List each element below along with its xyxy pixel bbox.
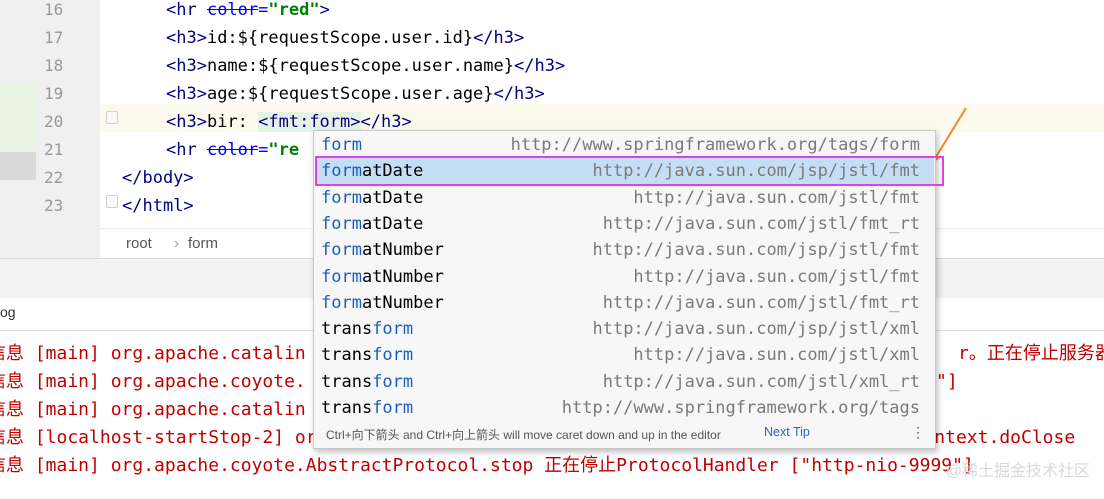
completion-item-name: transform — [321, 319, 414, 340]
code-token: age:${requestScope.user.age} — [206, 84, 494, 104]
code-token: <h3> — [166, 56, 207, 76]
code-line[interactable]: <hr color="re — [166, 136, 299, 164]
completion-item-uri: http://java.sun.com/jstl/xml — [633, 345, 920, 366]
breadcrumb-separator: › — [174, 235, 179, 252]
line-number: 20 — [44, 112, 64, 131]
completion-item[interactable]: formatNumber http://java.sun.com/jstl/fmt — [315, 264, 934, 290]
code-token: > — [319, 0, 330, 20]
next-tip-link[interactable]: Next Tip — [764, 425, 810, 439]
completion-item-name: transform — [321, 345, 414, 366]
fold-marker-icon[interactable] — [106, 111, 118, 124]
code-line[interactable]: <h3>id:${requestScope.user.id}</h3> — [166, 24, 524, 52]
code-token: "re — [268, 140, 300, 160]
code-token: </h3> — [514, 56, 566, 76]
console-line: 信息 [main] org.apache.catalin — [0, 343, 306, 364]
completion-item-name: formatNumber — [321, 266, 444, 287]
line-number: 23 — [44, 196, 64, 215]
code-token: <h3> — [166, 28, 207, 48]
completion-item[interactable]: transform http://java.sun.com/jstl/xml_rt — [315, 369, 934, 395]
code-token: <h3> — [166, 112, 207, 132]
code-token: color — [206, 140, 259, 160]
popup-footer: Ctrl+向下箭头 and Ctrl+向上箭头 will move caret … — [314, 418, 935, 448]
code-token: </h3> — [360, 112, 412, 132]
code-token: = — [258, 140, 269, 160]
console-line: 信息 [main] org.apache.coyote.AbstractProt… — [0, 455, 974, 476]
fold-marker-icon[interactable] — [106, 195, 118, 208]
completion-item[interactable]: formatDate http://java.sun.com/jstl/fmt — [315, 185, 934, 211]
code-token: <hr — [166, 0, 207, 20]
completion-item-uri: http://java.sun.com/jstl/fmt — [633, 187, 920, 208]
completion-item-name: transform — [321, 371, 414, 392]
code-token: </body> — [122, 168, 194, 188]
code-line[interactable]: <h3>age:${requestScope.user.age}</h3> — [166, 80, 545, 108]
completion-item-name: formatDate — [321, 187, 424, 208]
annotation-highlight-box — [315, 156, 944, 186]
code-line[interactable]: </body> — [122, 164, 194, 192]
completion-item[interactable]: form http://www.springframework.org/tags/… — [315, 132, 934, 158]
code-token: id:${requestScope.user.id} — [206, 28, 474, 48]
line-number: 19 — [44, 84, 64, 103]
completion-item[interactable]: formatNumber http://java.sun.com/jstl/fmt… — [315, 290, 934, 316]
code-token: = — [258, 0, 269, 20]
code-line[interactable]: <h3>name:${requestScope.user.name}</h3> — [166, 52, 565, 80]
tool-window-title[interactable]: og — [0, 304, 16, 320]
vcs-change-marker — [0, 152, 36, 180]
completion-item[interactable]: transform http://java.sun.com/jsp/jstl/xm… — [315, 316, 934, 342]
line-number: 16 — [44, 0, 64, 19]
completion-item-uri: http://java.sun.com/jstl/fmt — [633, 266, 920, 287]
footer-hint: Ctrl+向下箭头 and Ctrl+向上箭头 will move caret … — [326, 428, 721, 442]
console-line-fragment: "] — [936, 371, 958, 392]
code-line[interactable]: <hr color="red"> — [166, 0, 330, 24]
completion-item-name: formatDate — [321, 213, 424, 234]
watermark: @稀土掘金技术社区 — [945, 463, 1090, 480]
completion-item[interactable]: formatDate http://java.sun.com/jstl/fmt_r… — [315, 211, 934, 237]
console-line-fragment: r。正在停止服务器 — [958, 343, 1104, 364]
code-line[interactable]: </html> — [122, 192, 194, 220]
code-token: "red" — [268, 0, 320, 20]
completion-item-name: formatNumber — [321, 240, 444, 261]
completion-item-uri: http://java.sun.com/jsp/jstl/fmt — [592, 240, 920, 261]
code-token: bir: — [206, 112, 259, 132]
line-number: 18 — [44, 56, 64, 75]
breadcrumb-item-root[interactable]: root — [126, 235, 152, 252]
code-token: </h3> — [473, 28, 525, 48]
line-number: 17 — [44, 28, 64, 47]
code-token: <fmt:form> — [258, 112, 361, 132]
vertical-ellipsis-icon[interactable]: ⋮ — [911, 424, 925, 441]
line-number: 22 — [44, 168, 64, 187]
code-token: <h3> — [166, 84, 207, 104]
breadcrumb-item-form[interactable]: form — [188, 235, 218, 252]
completion-item-name: form — [321, 135, 362, 155]
completion-item-uri: http://java.sun.com/jstl/xml_rt — [602, 371, 920, 392]
completion-item[interactable]: transform http://java.sun.com/jstl/xml — [315, 342, 934, 368]
completion-item-uri: http://java.sun.com/jstl/fmt_rt — [602, 213, 920, 234]
completion-item[interactable]: formatNumber http://java.sun.com/jsp/jstl… — [315, 237, 934, 263]
code-token: </html> — [122, 196, 194, 216]
completion-item-uri: http://java.sun.com/jsp/jstl/xml — [592, 319, 920, 340]
completion-item-uri: http://www.springframework.org/tags/form — [510, 135, 920, 155]
line-number: 21 — [44, 140, 64, 159]
code-token: name:${requestScope.user.name} — [206, 56, 514, 76]
code-token: <hr — [166, 140, 207, 160]
console-line: 信息 [main] org.apache.catalin — [0, 399, 306, 420]
code-token: color — [206, 0, 259, 20]
completion-item-uri: http://java.sun.com/jstl/fmt_rt — [602, 292, 920, 313]
completion-item-name: formatNumber — [321, 292, 444, 313]
code-token: </h3> — [493, 84, 545, 104]
console-line: 信息 [main] org.apache.coyote. — [0, 371, 306, 392]
